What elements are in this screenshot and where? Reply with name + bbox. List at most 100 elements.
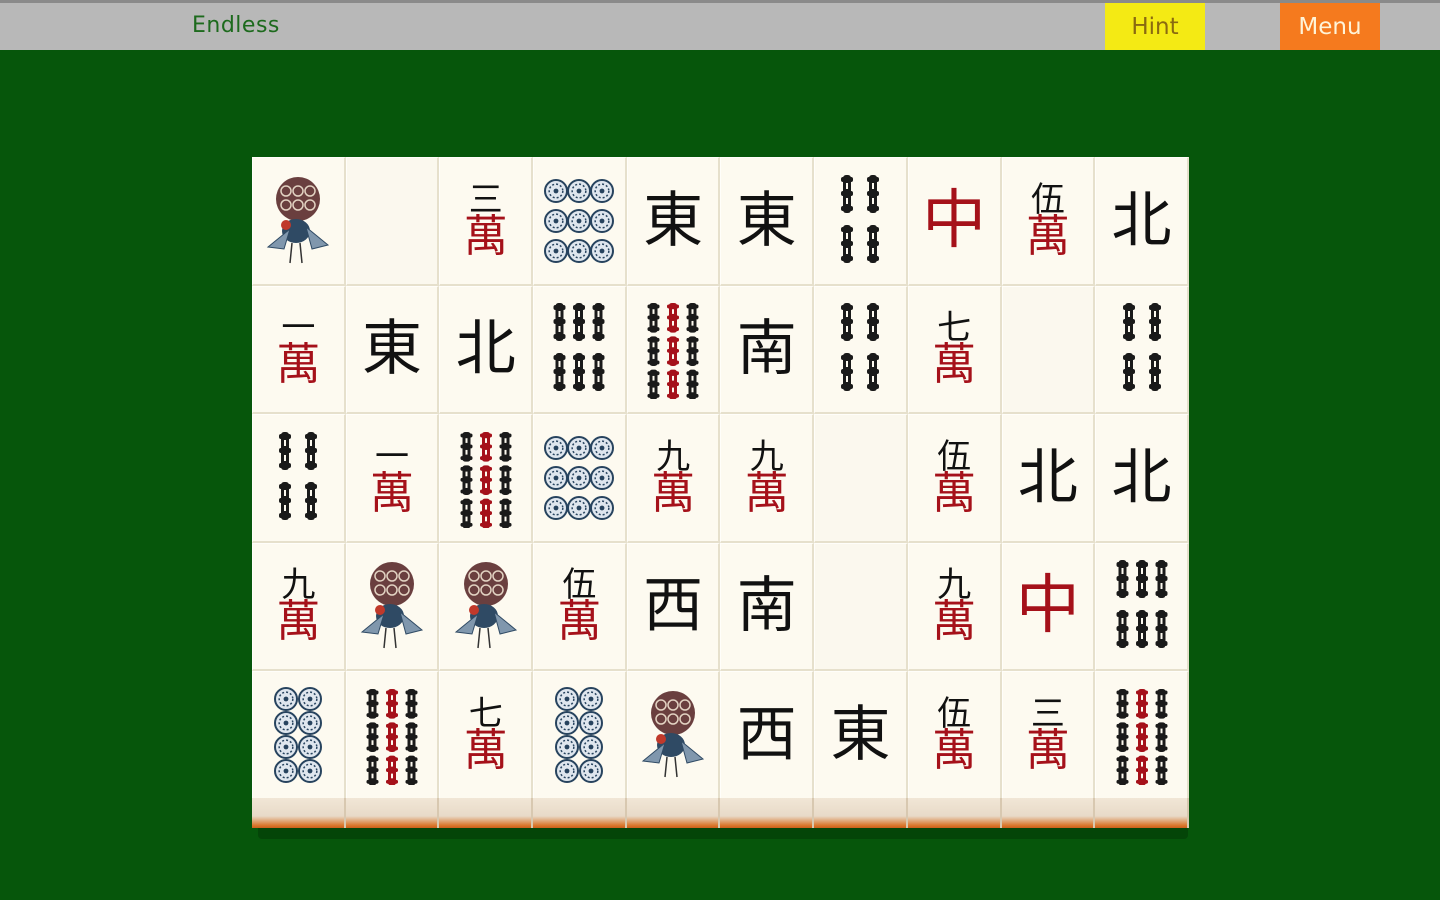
wan-glyph: 萬 (557, 596, 602, 648)
character-suit: 三萬 (1026, 697, 1070, 773)
character-suit: 九萬 (651, 440, 695, 516)
mahjong-tile[interactable] (533, 671, 627, 828)
character-suit: 九萬 (745, 440, 789, 516)
wan-glyph: 萬 (932, 724, 977, 776)
mahjong-tile[interactable]: 南 (720, 542, 815, 671)
mahjong-tile[interactable]: 西 (626, 542, 721, 671)
wan-glyph: 萬 (276, 596, 321, 648)
mahjong-tile[interactable] (533, 285, 627, 414)
peacock-bird-icon (267, 176, 330, 263)
mahjong-tile[interactable]: 東 (626, 157, 721, 286)
mahjong-tile[interactable]: 伍萬 (1001, 157, 1096, 286)
mahjong-tile[interactable]: 九萬 (626, 414, 721, 543)
mahjong-tile[interactable]: 北 (1095, 414, 1189, 543)
circles-icon (274, 686, 323, 783)
bamboo-icon (1116, 560, 1168, 649)
wind-glyph: 東 (736, 185, 797, 256)
mahjong-tile[interactable]: 九萬 (907, 542, 1002, 671)
wan-glyph: 萬 (932, 467, 977, 519)
mahjong-tile[interactable]: 東 (814, 671, 908, 828)
wind-glyph: 北 (1111, 442, 1172, 513)
character-suit: 伍萬 (932, 440, 976, 516)
mahjong-tile[interactable]: 北 (439, 285, 534, 414)
mahjong-tile[interactable]: 伍萬 (907, 671, 1002, 828)
character-suit: 九萬 (932, 568, 976, 644)
circles-icon (544, 435, 615, 520)
hint-button[interactable]: Hint (1105, 3, 1205, 50)
wind-glyph: 北 (1017, 442, 1078, 513)
mahjong-tile[interactable] (626, 285, 721, 414)
mahjong-tile[interactable] (533, 414, 627, 543)
mahjong-tile[interactable] (814, 285, 908, 414)
mahjong-tile[interactable]: 九萬 (720, 414, 815, 543)
wan-glyph: 萬 (651, 467, 696, 519)
mahjong-tile[interactable]: 伍萬 (907, 414, 1002, 543)
wan-glyph: 萬 (370, 467, 415, 519)
wind-glyph: 東 (643, 185, 704, 256)
mahjong-tile[interactable] (252, 414, 346, 543)
mahjong-tile[interactable]: 東 (720, 157, 815, 286)
mahjong-tile[interactable] (439, 542, 534, 671)
peacock-bird-icon (454, 562, 517, 649)
wind-glyph: 西 (643, 571, 704, 642)
mahjong-tile[interactable] (439, 414, 534, 543)
character-suit: 三萬 (464, 183, 508, 259)
mahjong-tile[interactable]: 伍萬 (533, 542, 627, 671)
wind-glyph: 南 (736, 314, 797, 385)
circles-icon (544, 178, 615, 263)
mahjong-tile[interactable] (345, 671, 440, 828)
bamboo-icon (553, 303, 605, 392)
wind-glyph: 東 (362, 314, 423, 385)
character-suit: 七萬 (932, 311, 976, 387)
red-dragon-glyph: 中 (922, 183, 987, 258)
mahjong-tile[interactable] (814, 157, 908, 286)
character-suit: 伍萬 (1026, 183, 1070, 259)
mahjong-tile[interactable]: 中 (907, 157, 1002, 286)
character-suit: 一萬 (276, 311, 320, 387)
mahjong-tile[interactable]: 北 (1095, 157, 1189, 286)
peacock-bird-icon (360, 562, 424, 649)
wan-glyph: 萬 (932, 596, 977, 648)
mahjong-tile[interactable]: 三萬 (1001, 671, 1096, 828)
wan-glyph: 萬 (1025, 724, 1070, 776)
mahjong-tile[interactable]: 北 (1001, 414, 1096, 543)
wind-glyph: 北 (1111, 185, 1172, 256)
mahjong-tile[interactable]: 三萬 (439, 157, 534, 286)
menu-button[interactable]: Menu (1280, 3, 1380, 50)
mahjong-tile[interactable]: 九萬 (252, 542, 346, 671)
mahjong-tile[interactable]: 南 (720, 285, 815, 414)
wan-glyph: 萬 (463, 210, 508, 262)
mahjong-tile[interactable] (1095, 285, 1189, 414)
mahjong-tile[interactable] (345, 542, 440, 671)
mahjong-tile[interactable] (1095, 542, 1189, 671)
mahjong-tile[interactable] (252, 671, 346, 828)
wan-glyph: 萬 (276, 339, 321, 391)
character-suit: 一萬 (370, 440, 414, 516)
mahjong-tile[interactable]: 一萬 (345, 414, 440, 543)
mahjong-tile[interactable]: 七萬 (439, 671, 534, 828)
mahjong-tile[interactable] (1001, 285, 1096, 414)
mahjong-tile[interactable] (814, 414, 908, 543)
mahjong-tile[interactable]: 西 (720, 671, 815, 828)
bamboo-icon (841, 174, 880, 263)
character-suit: 七萬 (464, 697, 508, 773)
bamboo-icon (279, 431, 318, 520)
mahjong-tile[interactable] (345, 157, 440, 286)
peacock-bird-icon (641, 690, 705, 777)
mahjong-tile[interactable] (533, 157, 627, 286)
bamboo-icon (1116, 688, 1168, 785)
circles-icon (555, 686, 604, 783)
mahjong-tile[interactable] (814, 542, 908, 671)
character-suit: 伍萬 (557, 568, 601, 644)
mahjong-tile[interactable]: 東 (345, 285, 440, 414)
bamboo-icon (647, 303, 699, 400)
mahjong-tile[interactable] (252, 157, 346, 286)
wind-glyph: 東 (830, 699, 891, 770)
mahjong-tile[interactable] (1095, 671, 1189, 828)
bamboo-icon (1122, 303, 1161, 392)
mahjong-tile[interactable]: 七萬 (907, 285, 1002, 414)
mahjong-tile[interactable]: 一萬 (252, 285, 346, 414)
mahjong-tile[interactable] (626, 671, 721, 828)
mahjong-board: 三萬東東中伍萬北一萬東北南七萬一萬九萬九萬伍萬北北九萬伍萬西南九萬中七萬西東伍萬… (252, 157, 1189, 847)
mahjong-tile[interactable]: 中 (1001, 542, 1096, 671)
